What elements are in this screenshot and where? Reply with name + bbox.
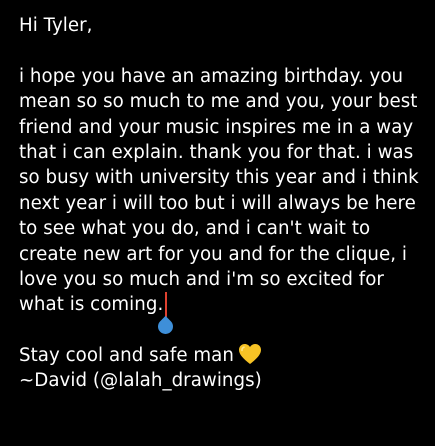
body-line: love you so much and i'm so excited for xyxy=(19,268,384,290)
signature-line: ~David (@lalah_drawings) xyxy=(19,370,262,392)
body-line: create new art for you and for the cliqu… xyxy=(19,243,408,265)
greeting-line: Hi Tyler, xyxy=(19,15,93,36)
note-text-area[interactable]: Hi Tyler, i hope you have an amazing bir… xyxy=(19,13,431,394)
yellow-heart-icon xyxy=(238,344,261,365)
signoff-text: Stay cool and safe man xyxy=(19,345,234,367)
body-line: that i can explain. thank you for that. … xyxy=(19,141,414,163)
text-cursor[interactable] xyxy=(155,292,177,338)
body-line-last-text: what is coming. xyxy=(19,294,164,316)
body-line-last: what is coming. xyxy=(19,292,431,338)
body-line: next year i will too but i will always b… xyxy=(19,192,416,214)
signoff-line: Stay cool and safe man xyxy=(19,343,431,368)
body-line: to see what you do, and i can't wait to xyxy=(19,218,371,240)
body-line: so busy with university this year and i … xyxy=(19,167,419,189)
text-cursor-bar xyxy=(165,292,168,318)
body-line: i hope you have an amazing birthday. you xyxy=(19,65,404,87)
body-line: mean so so much to me and you, your best xyxy=(19,91,418,113)
body-line: friend and your music inspires me in a w… xyxy=(19,116,414,138)
